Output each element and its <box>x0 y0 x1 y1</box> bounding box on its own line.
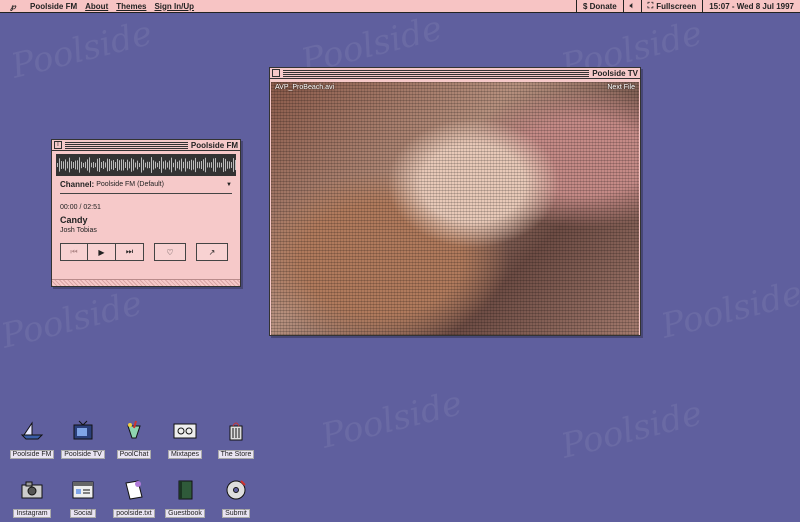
share-icon: ↗ <box>208 247 216 257</box>
tv-window: Poolside TV AVP_ProBeach.avi Next File <box>269 67 641 336</box>
desktop-icon-label: poolside.txt <box>113 509 155 518</box>
desktop-icon-label: Mixtapes <box>167 450 202 459</box>
channel-value: Poolside FM (Default) <box>96 181 164 188</box>
channel-label: Channel: <box>60 180 95 189</box>
donate-button[interactable]: $ Donate <box>575 0 623 12</box>
desktop-icon-label: Submit <box>222 509 250 518</box>
track-title: Candy <box>60 215 88 225</box>
desktop-icon-label: Guestbook <box>165 509 205 518</box>
menu-sign-in[interactable]: Sign In/Up <box>154 2 194 11</box>
tv-titlebar[interactable]: Poolside TV <box>270 68 640 79</box>
desktop-icon-label: The Store <box>217 450 255 459</box>
desktop-icon-label: Poolside TV <box>61 450 105 459</box>
next-button[interactable]: ⏭ <box>116 243 144 261</box>
waveform-visualizer <box>56 154 236 176</box>
desktop-icon-label: Poolside FM <box>9 450 55 459</box>
heart-icon: ♡ <box>166 247 174 257</box>
close-icon[interactable] <box>272 69 280 77</box>
desktop-icon-label: Instagram <box>13 509 51 518</box>
volume-icon[interactable]: 🔈︎ <box>622 0 641 12</box>
fullscreen-button[interactable]: ⛶ Fullscreen <box>640 0 703 12</box>
play-button[interactable]: ▶ <box>88 243 116 261</box>
player-title: Poolside FM <box>190 140 238 150</box>
menu-bar: ℘ Poolside FM About Themes Sign In/Up $ … <box>0 0 800 13</box>
social-icon <box>71 478 95 502</box>
cassette-icon <box>173 419 197 443</box>
desktop-icon-label: Social <box>70 509 96 518</box>
player-titlebar[interactable]: T Poolside FM <box>52 140 240 151</box>
disc-icon <box>224 478 248 502</box>
share-button[interactable]: ↗ <box>196 243 228 261</box>
desktop-icon-submit[interactable]: Submit <box>206 478 266 520</box>
play-icon: ▶ <box>98 247 105 257</box>
chevron-down-icon: ▼ <box>226 181 232 188</box>
next-icon: ⏭ <box>125 247 134 256</box>
track-artist: Josh Tobias <box>60 227 97 234</box>
favorite-button[interactable]: ♡ <box>154 243 186 261</box>
previous-icon: ⏮ <box>70 247 78 256</box>
clock: 15:07 - Wed 8 Jul 1997 <box>702 0 800 12</box>
track-time: 00:00 / 02:51 <box>60 204 101 211</box>
poolside-logo-icon[interactable]: ℘ <box>4 1 22 11</box>
app-name[interactable]: Poolside FM <box>30 2 77 11</box>
menu-themes[interactable]: Themes <box>116 2 146 11</box>
player-footer <box>52 279 240 286</box>
desktop-icon-the-store[interactable]: The Store <box>206 419 266 461</box>
player-window: T Poolside FM Channel: Poolside FM (Defa… <box>51 139 241 287</box>
previous-button[interactable]: ⏮ <box>60 243 88 261</box>
boat-icon <box>20 419 44 443</box>
desktop-icon-label: PoolChat <box>116 450 152 459</box>
next-file-button[interactable]: Next File <box>607 84 635 91</box>
tv-title: Poolside TV <box>592 68 638 78</box>
fullscreen-icon: ⛶ <box>647 1 654 10</box>
document-icon <box>122 478 146 502</box>
book-icon <box>173 478 197 502</box>
channel-select[interactable]: Channel: Poolside FM (Default) ▼ <box>60 180 232 194</box>
drink-icon <box>122 419 146 443</box>
tv-icon <box>71 419 95 443</box>
fullscreen-label: Fullscreen <box>656 1 697 11</box>
video-screen[interactable]: AVP_ProBeach.avi Next File <box>271 82 639 335</box>
player-controls: ⏮ ▶ ⏭ ♡ ↗ <box>60 243 232 261</box>
camera-icon <box>20 478 44 502</box>
menu-about[interactable]: About <box>85 2 108 11</box>
store-icon <box>224 419 248 443</box>
minimize-icon[interactable]: T <box>54 141 62 149</box>
video-filename: AVP_ProBeach.avi <box>275 84 335 91</box>
